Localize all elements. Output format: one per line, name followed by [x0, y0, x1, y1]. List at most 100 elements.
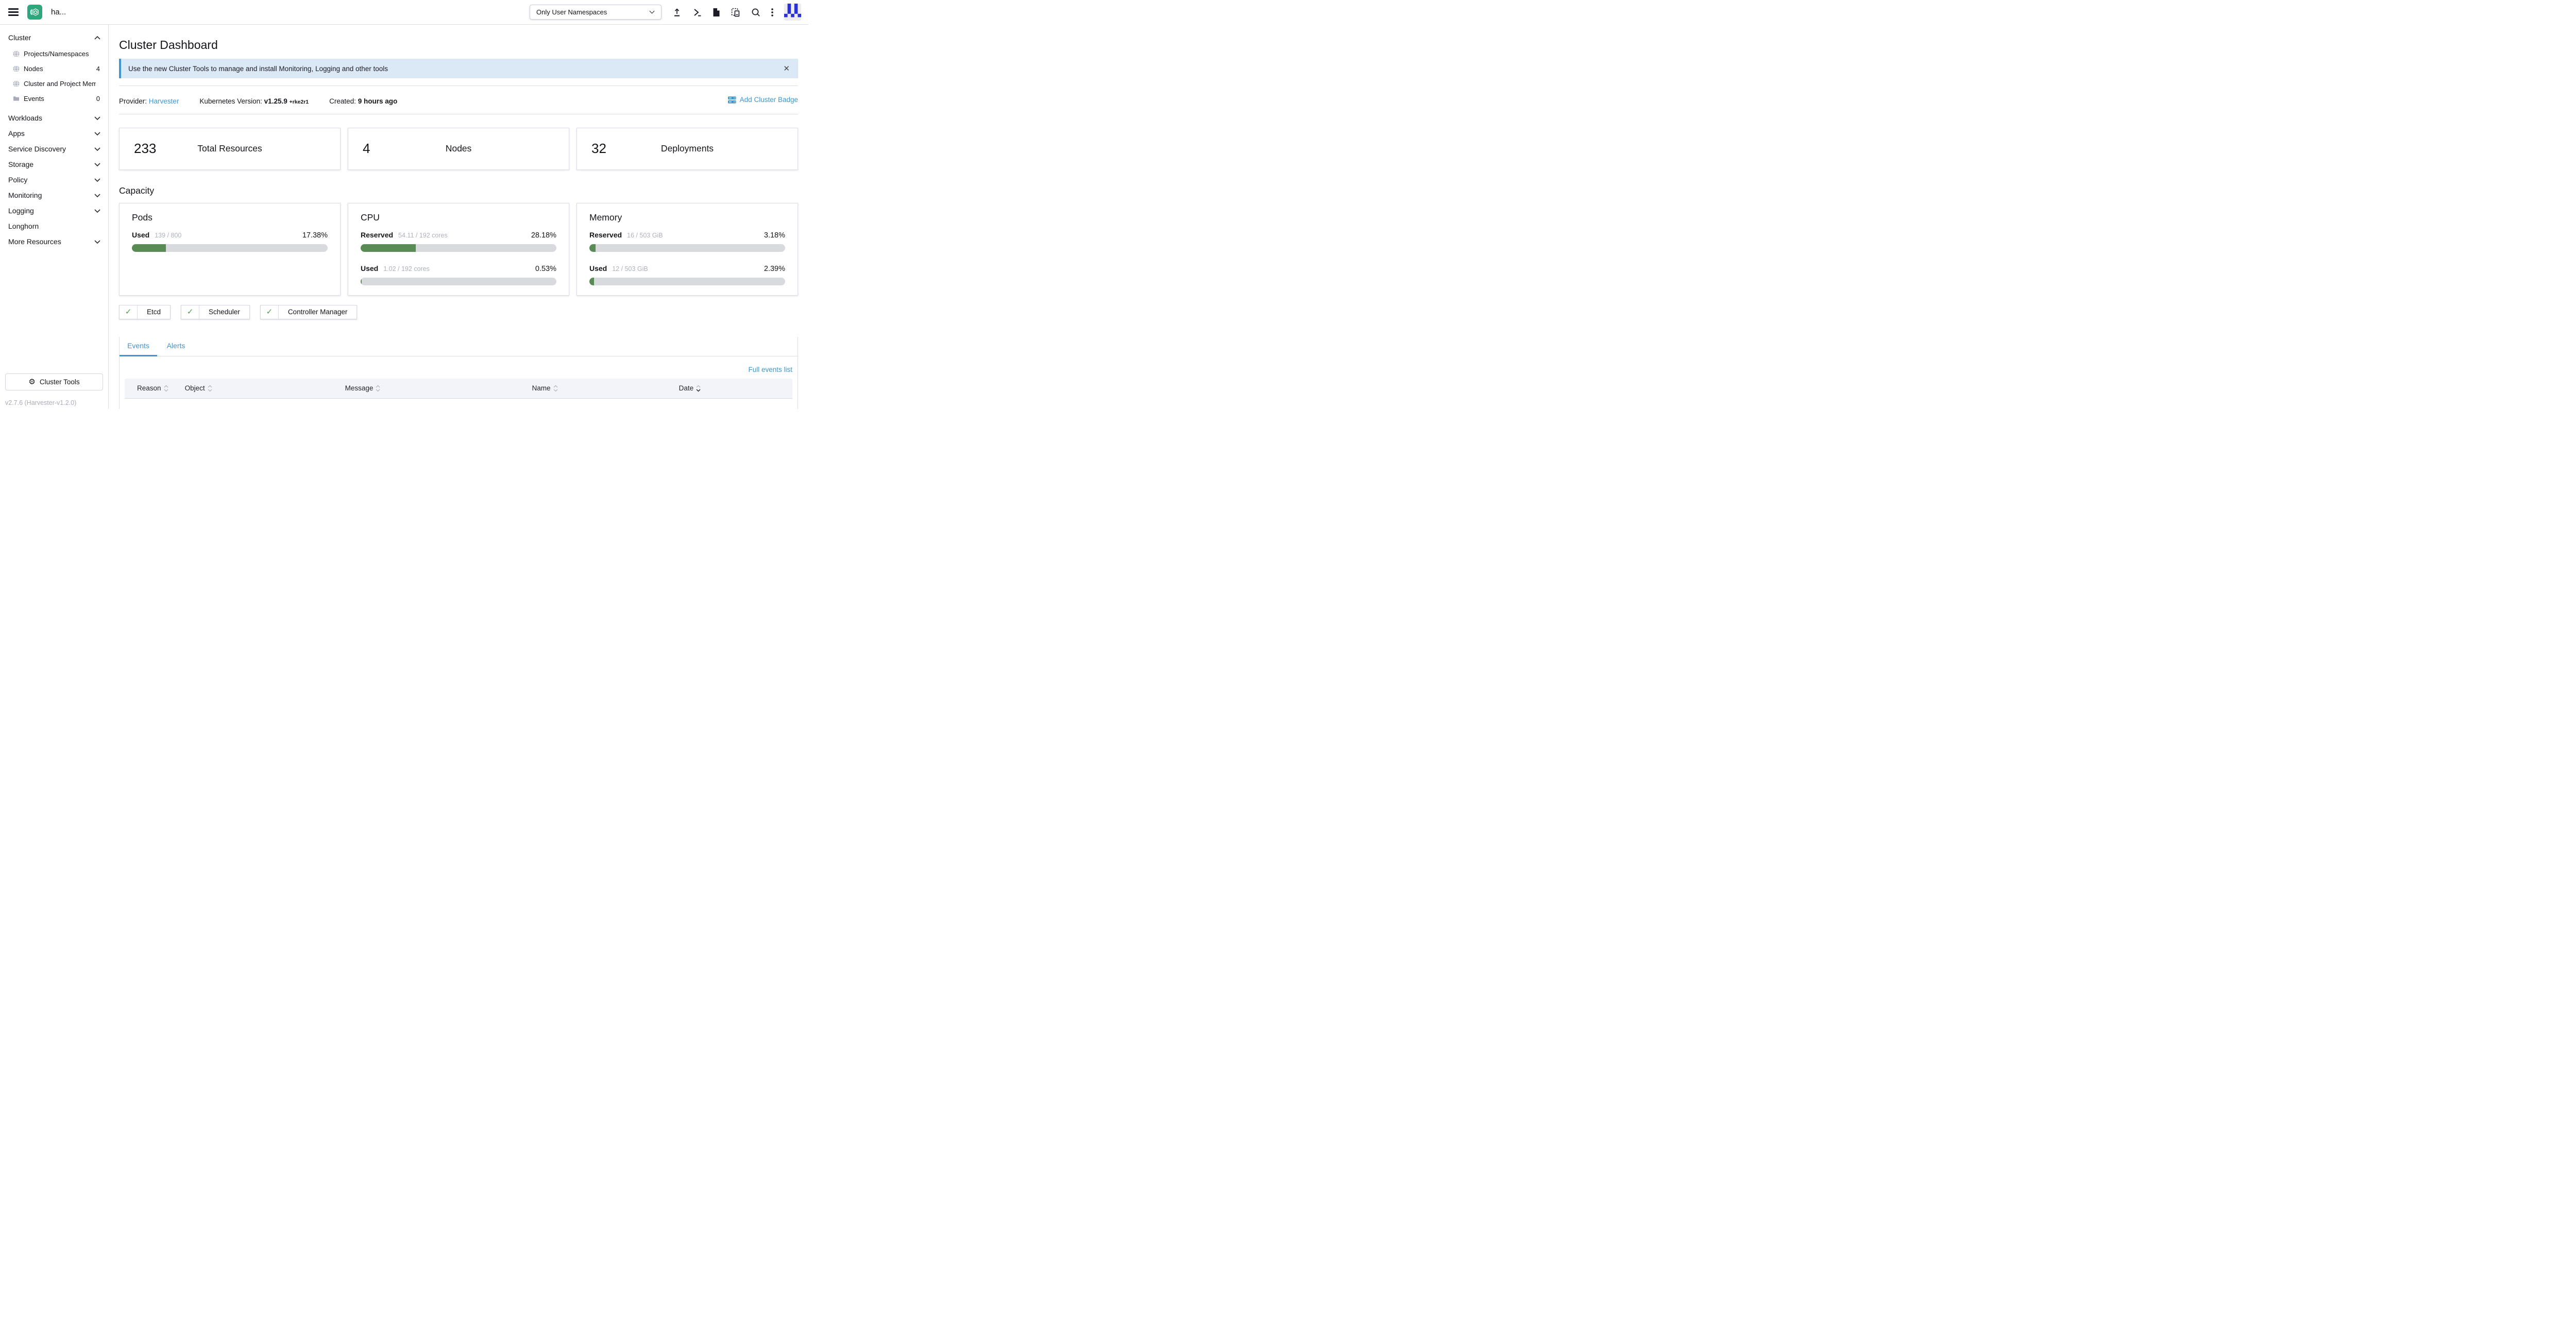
gauge-detail: 139 / 800 [155, 232, 181, 239]
capacity-gauge: Used 1.02 / 192 cores 0.53% [361, 264, 556, 285]
harvester-logo-glyph [30, 7, 40, 17]
check-icon: ✓ [120, 308, 137, 316]
sidebar-group-label: More Resources [8, 237, 61, 246]
sidebar-group-more-resources[interactable]: More Resources [0, 234, 108, 249]
sidebar-item-events[interactable]: Events 0 [0, 91, 108, 106]
chevron-down-icon [94, 116, 100, 120]
chevron-down-icon [94, 147, 100, 151]
capacity-gauge: Used 12 / 503 GiB 2.39% [589, 264, 785, 285]
status-badge-scheduler: ✓ Scheduler [181, 305, 250, 319]
progress-fill [361, 244, 416, 252]
progress-bar [589, 278, 785, 285]
sidebar-item-projects-namespaces[interactable]: Projects/Namespaces [0, 46, 108, 61]
capacity-card-title: CPU [361, 212, 556, 223]
gauge-detail: 54.11 / 192 cores [398, 232, 448, 239]
add-cluster-badge-label: Add Cluster Badge [740, 96, 798, 104]
progress-fill [361, 278, 362, 285]
stat-label: Nodes [446, 143, 472, 154]
search-icon[interactable] [751, 8, 760, 17]
gauge-label: Used [589, 264, 607, 272]
gauge-percent: 28.18% [531, 231, 556, 240]
stat-value: 32 [591, 141, 606, 157]
tab-alerts[interactable]: Alerts [157, 337, 195, 356]
chevron-down-icon [94, 163, 100, 166]
download-kubeconfig-icon[interactable] [713, 8, 720, 17]
sort-icon-desc [696, 385, 701, 392]
sidebar-group-monitoring[interactable]: Monitoring [0, 187, 108, 203]
capacity-card-cpu: CPU Reserved 54.11 / 192 cores 28.18% Us… [348, 203, 569, 296]
capacity-heading: Capacity [119, 185, 798, 196]
add-cluster-badge-link[interactable]: Add Cluster Badge [728, 96, 798, 104]
sidebar-group-label: Logging [8, 207, 34, 215]
sidebar-group-storage[interactable]: Storage [0, 157, 108, 172]
column-header-message[interactable]: Message [345, 384, 532, 392]
provider-label: Provider: [119, 97, 147, 105]
kebab-menu-icon[interactable] [771, 8, 773, 17]
chevron-down-icon [94, 240, 100, 244]
cluster-meta-row: Provider: Harvester Kubernetes Version: … [119, 96, 798, 105]
progress-bar [132, 244, 328, 252]
sidebar-item-label: Cluster and Project Members [24, 80, 96, 88]
stat-value: 233 [134, 141, 156, 157]
sidebar-group-policy[interactable]: Policy [0, 172, 108, 187]
chevron-down-icon [94, 178, 100, 182]
sidebar-item-label: Events [24, 95, 92, 103]
column-label: Name [532, 384, 551, 392]
gauge-detail: 1.02 / 192 cores [383, 265, 430, 272]
close-icon[interactable]: ✕ [783, 65, 790, 73]
sidebar-group-longhorn[interactable]: Longhorn [0, 218, 108, 234]
events-table: Reason Object Message Name [125, 379, 792, 410]
import-yaml-icon[interactable] [672, 8, 682, 17]
status-badge-label: Controller Manager [279, 308, 357, 316]
events-table-body [125, 399, 792, 410]
column-header-object[interactable]: Object [185, 384, 345, 392]
cluster-tools-button[interactable]: ⚙ Cluster Tools [5, 373, 103, 390]
kubectl-shell-icon[interactable] [692, 8, 702, 17]
capacity-card-pods: Pods Used 139 / 800 17.38% [119, 203, 341, 296]
progress-bar [589, 244, 785, 252]
chevron-down-icon [94, 209, 100, 213]
sidebar-item-label: Nodes [24, 65, 92, 73]
provider-link[interactable]: Harvester [149, 97, 179, 105]
copy-kubeconfig-icon[interactable] [731, 8, 740, 17]
chevron-up-icon [94, 36, 100, 40]
sidebar-group-cluster[interactable]: Cluster [0, 30, 108, 45]
capacity-card-title: Pods [132, 212, 328, 223]
sidebar-group-label: Cluster [8, 33, 31, 42]
sidebar-item-count: 4 [96, 65, 100, 73]
sidebar-item-count: 0 [96, 95, 100, 103]
column-header-reason[interactable]: Reason [125, 384, 185, 392]
sidebar-group-label: Workloads [8, 114, 42, 122]
sidebar-group-label: Apps [8, 129, 25, 138]
sidebar: Cluster Projects/Namespaces Nodes 4 [0, 25, 109, 409]
sidebar-item-cluster-members[interactable]: Cluster and Project Members [0, 76, 108, 91]
namespace-filter-select[interactable]: Only User Namespaces [530, 5, 662, 20]
gauge-label: Reserved [361, 231, 393, 239]
badge-icon [728, 96, 736, 104]
full-events-list-link[interactable]: Full events list [748, 366, 792, 373]
user-avatar[interactable] [784, 4, 801, 21]
cluster-name[interactable]: ha... [51, 8, 66, 16]
page-title: Cluster Dashboard [119, 38, 798, 52]
info-banner: Use the new Cluster Tools to manage and … [119, 59, 798, 78]
sidebar-group-workloads[interactable]: Workloads [0, 110, 108, 126]
sidebar-group-apps[interactable]: Apps [0, 126, 108, 141]
sidebar-item-nodes[interactable]: Nodes 4 [0, 61, 108, 76]
sidebar-group-service-discovery[interactable]: Service Discovery [0, 141, 108, 157]
sidebar-group-label: Longhorn [8, 222, 39, 230]
gauge-detail: 16 / 503 GiB [627, 232, 663, 239]
status-badge-label: Scheduler [199, 308, 249, 316]
column-header-name[interactable]: Name [532, 384, 679, 392]
gauge-percent: 17.38% [302, 231, 328, 240]
menu-icon[interactable] [8, 6, 19, 18]
sidebar-group-logging[interactable]: Logging [0, 203, 108, 218]
tab-events[interactable]: Events [120, 337, 157, 356]
stat-label: Deployments [661, 143, 714, 154]
kubernetes-version-label: Kubernetes Version: [199, 97, 262, 105]
harvester-logo[interactable] [27, 5, 42, 20]
cluster-tools-label: Cluster Tools [40, 378, 80, 386]
column-header-date[interactable]: Date [679, 384, 792, 392]
app-window: ha... Only User Namespaces [0, 0, 808, 409]
capacity-card-memory: Memory Reserved 16 / 503 GiB 3.18% Used … [577, 203, 798, 296]
events-tabs: Events Alerts [120, 337, 798, 356]
